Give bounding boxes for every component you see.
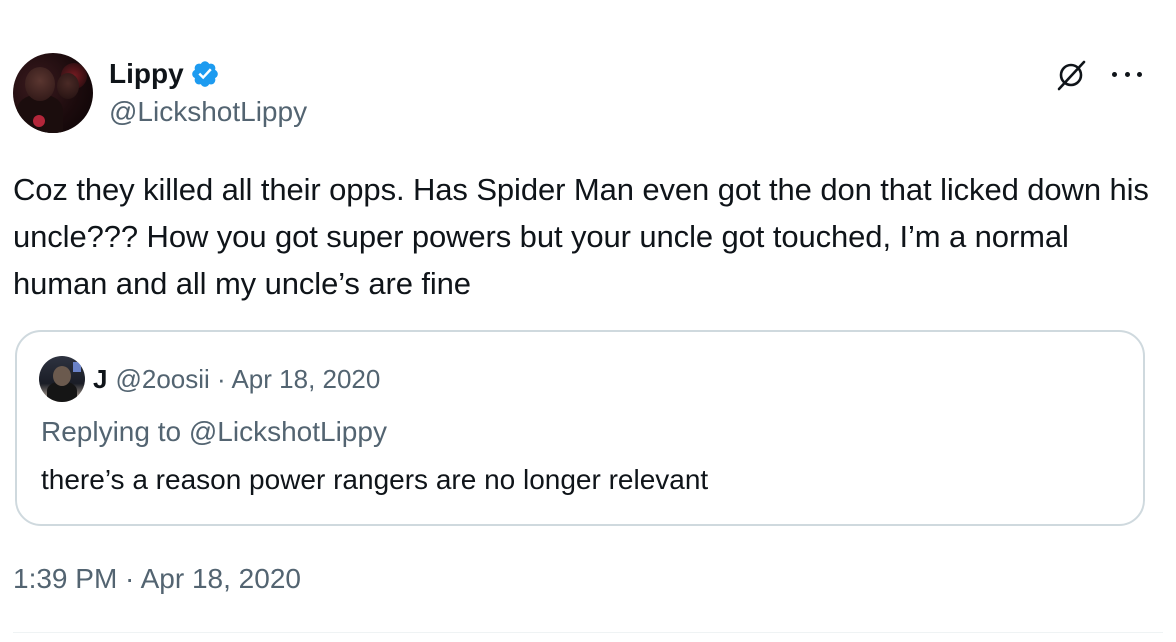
author-name-row: Lippy — [109, 56, 307, 92]
author-handle[interactable]: @LickshotLippy — [109, 94, 307, 130]
tweet-timestamp[interactable]: 1:39 PM · Apr 18, 2020 — [13, 563, 301, 595]
quote-tweet-card[interactable]: J @2oosii · Apr 18, 2020 Replying to @Li… — [15, 330, 1145, 526]
author-display-name[interactable]: Lippy — [109, 56, 184, 92]
tweet-text: Coz they killed all their opps. Has Spid… — [13, 172, 1158, 301]
grok-icon[interactable] — [1054, 58, 1088, 92]
quote-author-meta: @2oosii · Apr 18, 2020 — [115, 363, 381, 394]
quote-text: there’s a reason power rangers are no lo… — [41, 464, 709, 495]
divider — [13, 632, 1163, 633]
quote-author-avatar — [39, 356, 85, 402]
tweet-header: Lippy @LickshotLippy — [13, 53, 307, 133]
quote-replying-to: Replying to @LickshotLippy — [41, 416, 387, 447]
author-avatar[interactable] — [13, 53, 93, 133]
verified-badge-icon[interactable] — [190, 59, 220, 89]
author-names: Lippy @LickshotLippy — [109, 56, 307, 130]
quote-author-name: J — [93, 363, 108, 394]
more-icon[interactable] — [1112, 62, 1142, 86]
quote-header: J @2oosii · Apr 18, 2020 — [39, 356, 380, 402]
